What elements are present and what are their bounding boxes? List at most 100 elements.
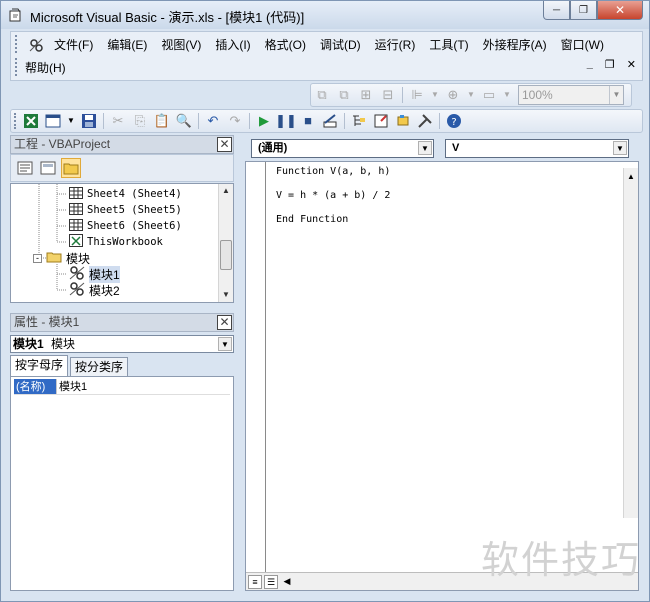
project-explorer-icon[interactable] [351, 113, 367, 129]
svg-text:?: ? [451, 117, 456, 128]
menu-insert[interactable]: 插入(I) [208, 34, 257, 56]
group-icon[interactable]: ⊞ [358, 87, 374, 103]
find-icon[interactable]: 🔍 [176, 113, 192, 129]
paste-icon[interactable]: 📋 [154, 113, 170, 129]
menu-addins[interactable]: 外接程序(A) [476, 34, 554, 56]
code-line[interactable]: Function V(a, b, h) [276, 166, 390, 177]
project-tree-scrollbar[interactable]: ▲ ▼ [218, 184, 233, 302]
tree-item-module2[interactable]: 模块2 [69, 281, 120, 298]
full-module-view-icon[interactable]: ☰ [264, 574, 278, 589]
align-dropdown-icon[interactable]: ▼ [431, 87, 439, 103]
scroll-left-icon[interactable]: ◀ [280, 575, 294, 589]
watermark: 软件技巧 [480, 540, 641, 582]
toolbar-area: ⧉ ⧉ ⊞ ⊟ ⊫ ▼ ⊕ ▼ ▭ ▼ 100% ▼ ▼ ✂ ⎘ 📋 🔍 ↶ ↷… [10, 81, 643, 133]
tree-item-thisworkbook[interactable]: ThisWorkbook [69, 234, 163, 250]
center-icon[interactable]: ⊕ [445, 87, 461, 103]
view-object-icon[interactable] [38, 158, 58, 178]
scroll-up-icon[interactable]: ▲ [624, 170, 638, 184]
insert-userform-icon[interactable] [45, 113, 61, 129]
scroll-thumb[interactable] [220, 240, 232, 270]
cut-icon[interactable]: ✂ [110, 113, 126, 129]
procedure-combo[interactable]: V ▼ [445, 139, 629, 158]
code-line[interactable]: End Function [276, 214, 348, 225]
menu-view[interactable]: 视图(V) [154, 34, 208, 56]
reset-icon[interactable]: ■ [300, 113, 316, 129]
chevron-down-icon[interactable]: ▼ [418, 141, 432, 155]
send-to-back-icon[interactable]: ⧉ [336, 87, 352, 103]
properties-title-bar: 属性 - 模块1 ✕ [10, 313, 234, 332]
center-dropdown-icon[interactable]: ▼ [467, 87, 475, 103]
save-icon[interactable] [81, 113, 97, 129]
property-value[interactable]: 模块1 [56, 379, 87, 394]
toggle-folders-icon[interactable] [61, 158, 81, 178]
properties-tabs: 按字母序 按分类序 [10, 355, 234, 377]
userform-toolbar: ⧉ ⧉ ⊞ ⊟ ⊫ ▼ ⊕ ▼ ▭ ▼ 100% ▼ [310, 83, 632, 107]
ungroup-icon[interactable]: ⊟ [380, 87, 396, 103]
scroll-down-icon[interactable]: ▼ [219, 288, 233, 302]
restore-button[interactable]: ❐ [570, 1, 597, 20]
menu-run[interactable]: 运行(R) [368, 34, 423, 56]
zoom-value: 100% [522, 88, 553, 102]
tree-item-sheet6[interactable]: Sheet6 (Sheet6) [69, 218, 182, 234]
align-icon[interactable]: ⊫ [409, 87, 425, 103]
menu-format[interactable]: 格式(O) [258, 34, 313, 56]
design-mode-icon[interactable] [322, 113, 338, 129]
doc-minimize-button[interactable]: _ [587, 58, 593, 71]
workbook-icon [69, 234, 83, 250]
menu-debug[interactable]: 调试(D) [313, 34, 368, 56]
redo-icon[interactable]: ↷ [227, 113, 243, 129]
zoom-combo[interactable]: 100% ▼ [518, 85, 624, 105]
properties-window-icon[interactable] [373, 113, 389, 129]
tree-item-sheet4[interactable]: Sheet4 (Sheet4) [69, 186, 182, 202]
make-same-size-icon[interactable]: ▭ [481, 87, 497, 103]
object-browser-icon[interactable] [395, 113, 411, 129]
close-icon[interactable]: ✕ [217, 315, 232, 330]
menu-grip-2[interactable] [15, 58, 18, 76]
close-button[interactable]: ✕ [597, 1, 643, 20]
size-dropdown-icon[interactable]: ▼ [503, 87, 511, 103]
menu-window[interactable]: 窗口(W) [554, 34, 611, 56]
menu-tools[interactable]: 工具(T) [422, 34, 475, 56]
undo-icon[interactable]: ↶ [205, 113, 221, 129]
scroll-up-icon[interactable]: ▲ [219, 184, 233, 198]
insert-dropdown-icon[interactable]: ▼ [67, 113, 75, 129]
bring-to-front-icon[interactable]: ⧉ [314, 87, 330, 103]
chevron-down-icon[interactable]: ▼ [609, 86, 623, 104]
menu-edit[interactable]: 编辑(E) [100, 34, 154, 56]
toolbar-grip[interactable] [14, 113, 17, 129]
excel-view-icon[interactable] [23, 113, 39, 129]
toolbox-icon[interactable] [417, 113, 433, 129]
code-line[interactable]: V = h * (a + b) / 2 [276, 190, 390, 201]
menu-grip[interactable] [15, 35, 18, 53]
code-editor[interactable]: Function V(a, b, h) V = h * (a + b) / 2 … [245, 161, 639, 591]
chevron-down-icon[interactable]: ▼ [613, 141, 627, 155]
properties-grid: (名称) 模块1 [10, 376, 234, 591]
break-icon[interactable]: ❚❚ [275, 113, 297, 129]
procedure-view-icon[interactable]: ≡ [248, 574, 262, 589]
tree-item-sheet5[interactable]: Sheet5 (Sheet5) [69, 202, 182, 218]
code-scrollbar[interactable]: ▲ [623, 168, 638, 518]
copy-icon[interactable]: ⎘ [132, 113, 148, 129]
tree-item-module1[interactable]: 模块1 [69, 265, 120, 283]
view-code-icon[interactable] [15, 158, 35, 178]
tree-item-modules-folder[interactable]: - 模块 [33, 250, 90, 266]
help-icon[interactable]: ? [446, 113, 462, 129]
menu-file[interactable]: 文件(F) [47, 34, 100, 56]
object-combo[interactable]: (通用) ▼ [251, 139, 434, 158]
property-row[interactable]: (名称) 模块1 [14, 379, 230, 395]
code-margin-bar[interactable] [246, 162, 266, 590]
run-icon[interactable]: ▶ [256, 113, 272, 129]
project-explorer-toolbar [10, 154, 234, 182]
minimize-button[interactable]: ─ [543, 1, 570, 20]
properties-object-combo[interactable]: 模块1 模块 ▼ [10, 335, 234, 353]
close-icon[interactable]: ✕ [217, 137, 232, 152]
vba-menu-icon[interactable] [28, 37, 44, 53]
menu-help[interactable]: 帮助(H) [25, 57, 73, 79]
tab-categorized[interactable]: 按分类序 [70, 357, 129, 377]
chevron-down-icon[interactable]: ▼ [218, 337, 232, 351]
tab-alphabetic[interactable]: 按字母序 [10, 355, 69, 377]
collapse-icon[interactable]: - [33, 253, 42, 263]
doc-restore-button[interactable]: ❐ [605, 58, 615, 71]
doc-close-button[interactable]: ✕ [627, 58, 636, 71]
properties-object-name: 模块1 [13, 337, 44, 351]
